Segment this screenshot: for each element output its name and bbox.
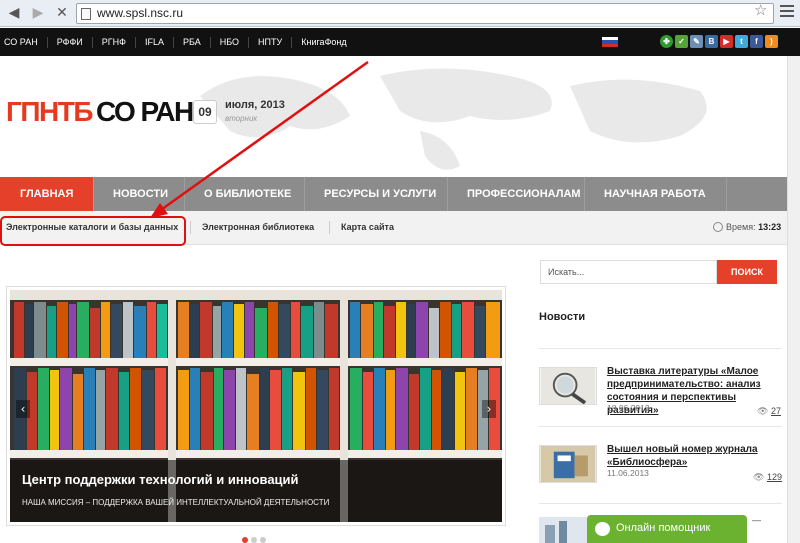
views-counter: 👁 27	[757, 406, 781, 417]
slider-dots	[242, 537, 266, 543]
eye-icon: 👁	[757, 406, 769, 416]
clock-icon	[713, 222, 723, 232]
nav-news[interactable]: НОВОСТИ	[94, 177, 185, 211]
annotation-highlight-box	[0, 216, 186, 246]
top-links-bar: СО РАН РФФИ РГНФ IFLA РБА НБО НПТУ Книга…	[0, 28, 800, 56]
news-title[interactable]: Вышел новый номер журнала «Библиосфера»	[607, 443, 785, 469]
nav-professionals[interactable]: ПРОФЕССИОНАЛАМ	[448, 177, 585, 211]
main-navigation: ГЛАВНАЯ НОВОСТИ О БИБЛИОТЕКЕ РЕСУРСЫ И У…	[0, 177, 787, 211]
slider-dot[interactable]	[260, 537, 266, 543]
youtube-icon[interactable]: ▶	[720, 35, 733, 48]
image-slider: ‹ › Центр поддержки технологий и инновац…	[6, 286, 506, 526]
address-bar[interactable]: www.spsl.nsc.ru	[76, 3, 774, 24]
russian-flag-icon[interactable]	[602, 37, 618, 47]
subnav-divider	[190, 221, 191, 234]
slider-prev-arrow[interactable]: ‹	[16, 400, 30, 418]
helper-close-icon[interactable]: —	[752, 515, 761, 525]
views-count[interactable]: 27	[771, 406, 781, 416]
views-counter: 👁 129	[753, 472, 782, 483]
nav-about[interactable]: О БИБЛИОТЕКЕ	[185, 177, 305, 211]
online-helper-button[interactable]: Онлайн помощник	[587, 515, 747, 543]
helper-label: Онлайн помощник	[616, 522, 711, 534]
vk-icon[interactable]: В	[705, 35, 718, 48]
nav-home[interactable]: ГЛАВНАЯ	[0, 177, 94, 211]
check-icon[interactable]: ✓	[675, 35, 688, 48]
time-label: Время:	[726, 222, 756, 232]
world-map-background	[200, 68, 707, 170]
page-scrollbar[interactable]	[787, 56, 800, 543]
stop-icon[interactable]: ✕	[52, 4, 72, 22]
social-icons: ✤ ✓ ✎ В ▶ t f )	[660, 35, 778, 48]
time-display: Время: 13:23	[726, 222, 781, 232]
forward-icon[interactable]: ▶	[28, 4, 48, 22]
slider-dot[interactable]	[251, 537, 257, 543]
slider-next-arrow[interactable]: ›	[482, 400, 496, 418]
subnav-sitemap[interactable]: Карта сайта	[341, 222, 394, 232]
book-spines	[14, 302, 500, 450]
back-icon[interactable]: ◀	[4, 4, 24, 22]
eye-icon: 👁	[753, 472, 765, 482]
bookmark-star-icon[interactable]: ☆	[754, 1, 767, 19]
logo-red-text: ГПНТБ	[6, 96, 93, 127]
top-link-rgnf[interactable]: РГНФ	[93, 36, 136, 48]
news-divider	[539, 348, 782, 349]
news-divider	[539, 426, 782, 427]
top-link-rba[interactable]: РБА	[174, 36, 211, 48]
subnav-elibrary[interactable]: Электронная библиотека	[202, 222, 314, 232]
top-link-knigafond[interactable]: КнигаФонд	[292, 37, 355, 48]
twitter-icon[interactable]: t	[735, 35, 748, 48]
top-link-rffi[interactable]: РФФИ	[48, 36, 93, 48]
top-link-nbo[interactable]: НБО	[211, 36, 250, 48]
livejournal-icon[interactable]: ✎	[690, 35, 703, 48]
top-link-ifla[interactable]: IFLA	[136, 36, 175, 48]
subnav-divider	[329, 221, 330, 234]
date-month: июля, 2013	[225, 99, 285, 111]
facebook-icon[interactable]: f	[750, 35, 763, 48]
search-input[interactable]: Искать...	[540, 260, 717, 284]
url-text[interactable]: www.spsl.nsc.ru	[97, 6, 183, 20]
top-link-soran[interactable]: СО РАН	[4, 36, 48, 48]
menu-icon[interactable]	[780, 5, 794, 19]
slide-title[interactable]: Центр поддержки технологий и инноваций	[22, 472, 299, 487]
slide-image[interactable]: ‹ › Центр поддержки технологий и инновац…	[10, 290, 502, 522]
news-date: 18.06.2013	[607, 403, 650, 413]
partner-links: СО РАН РФФИ РГНФ IFLA РБА НБО НПТУ Книга…	[4, 28, 356, 56]
site-logo[interactable]: ГПНТБ СО РАН	[6, 96, 194, 128]
search-placeholder: Искать...	[548, 267, 585, 277]
slide-subtitle: НАША МИССИЯ – ПОДДЕРЖКА ВАШЕЙ ИНТЕЛЛЕКТУ…	[22, 498, 330, 507]
news-heading: Новости	[539, 311, 586, 323]
page-icon	[81, 8, 91, 20]
time-value: 13:23	[758, 222, 782, 232]
date-weekday: вторник	[225, 114, 258, 123]
news-thumbnail[interactable]	[539, 445, 597, 483]
views-count[interactable]: 129	[767, 472, 782, 482]
date-day-box: 09	[193, 100, 217, 124]
clover-icon[interactable]: ✤	[660, 35, 673, 48]
chat-icon	[595, 522, 610, 536]
search-button[interactable]: ПОИСК	[717, 260, 777, 284]
rss-icon[interactable]: )	[765, 35, 778, 48]
logo-black-text: СО РАН	[95, 96, 194, 127]
news-date: 11.06.2013	[607, 468, 649, 478]
nav-resources[interactable]: РЕСУРСЫ И УСЛУГИ	[305, 177, 448, 211]
browser-toolbar: ◀ ▶ ✕ www.spsl.nsc.ru ☆	[0, 0, 800, 27]
top-link-nptu[interactable]: НПТУ	[249, 36, 293, 48]
news-thumbnail[interactable]	[539, 367, 597, 405]
site-header: ГПНТБ СО РАН 09 июля, 2013 вторник	[0, 56, 800, 177]
slider-dot[interactable]	[242, 537, 248, 543]
news-divider	[539, 503, 782, 504]
nav-research[interactable]: НАУЧНАЯ РАБОТА	[585, 177, 727, 211]
slide-caption: Центр поддержки технологий и инноваций Н…	[10, 460, 502, 522]
